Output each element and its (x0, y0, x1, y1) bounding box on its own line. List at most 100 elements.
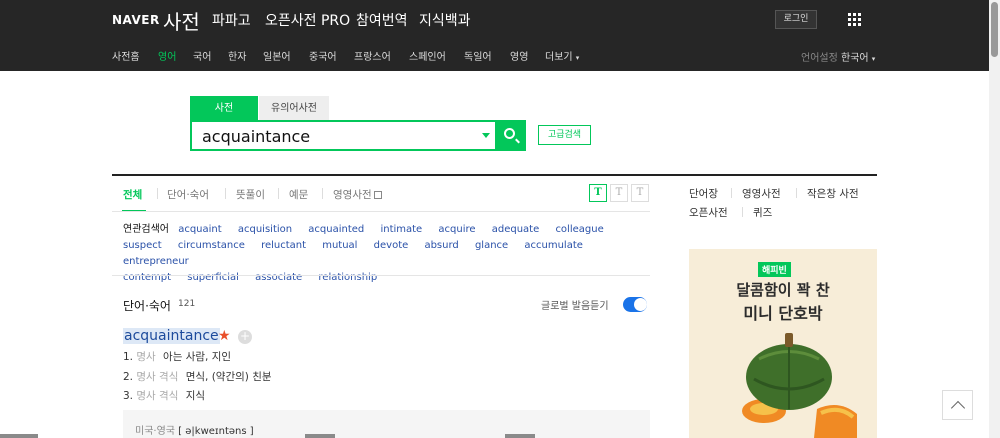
related-term[interactable]: acquisition (238, 224, 292, 235)
text-size-medium-button[interactable]: T (610, 184, 628, 202)
nav-english-english[interactable]: 영영 (510, 48, 528, 63)
advanced-search-button[interactable]: 고급검색 (538, 125, 591, 145)
section-title: 단어·숙어 (123, 299, 171, 313)
scrollbar-thumb[interactable] (991, 2, 998, 57)
related-term[interactable]: acquaint (178, 224, 221, 235)
result-count: 121 (178, 299, 196, 309)
chevron-down-icon: ▾ (871, 55, 876, 63)
nav-german[interactable]: 독일어 (464, 48, 492, 63)
meaning-number: 1. (123, 351, 134, 363)
top-link-papago[interactable]: 파파고 (212, 10, 251, 30)
dictionary-service-title[interactable]: 사전 (163, 6, 200, 35)
pronunciation-text: [ ə|kweɪntəns ] (178, 426, 254, 437)
related-term[interactable]: colleague (555, 224, 603, 235)
language-setting[interactable]: 언어설정 한국어 ▾ (801, 49, 875, 64)
related-term[interactable]: devote (374, 240, 409, 251)
related-term[interactable]: contempt (123, 272, 171, 283)
nav-spanish[interactable]: 스페인어 (409, 48, 446, 63)
related-term[interactable]: mutual (322, 240, 357, 251)
language-setting-value: 한국어 (841, 53, 869, 64)
related-term[interactable]: reluctant (261, 240, 306, 251)
tab-dictionary[interactable]: 사전 (190, 96, 258, 121)
search-box (190, 120, 497, 151)
sidebar-link-open-dictionary[interactable]: 오픈사전 (689, 205, 728, 220)
advertisement-banner[interactable]: 해피빈 달콤함이 꽉 찬 미니 단호박 (689, 249, 877, 438)
meaning-text: 아는 사람, 지인 (163, 351, 232, 363)
add-to-wordbook-icon[interactable]: + (238, 330, 252, 344)
search-input[interactable] (202, 126, 472, 146)
part-of-speech: 명사 (136, 351, 156, 363)
star-icon: ★ (218, 328, 231, 344)
meaning-number: 3. (123, 390, 134, 402)
global-pronunciation-label: 글로벌 발음듣기 (541, 301, 609, 312)
divider (112, 275, 650, 276)
nav-hanja[interactable]: 한자 (228, 48, 246, 63)
part-of-speech: 명사 격식 (136, 371, 179, 383)
related-term[interactable]: acquire (438, 224, 475, 235)
bottom-bar-segment (305, 434, 335, 438)
related-term[interactable]: accumulate (524, 240, 583, 251)
meaning-item: 3. 명사 격식 지식 (123, 388, 205, 403)
tab-examples[interactable]: 예문 (289, 187, 308, 202)
entry-headword[interactable]: acquaintance (123, 328, 220, 344)
login-button[interactable]: 로그인 (775, 10, 817, 29)
tab-all[interactable]: 전체 (123, 187, 142, 202)
sidebar-divider (670, 174, 877, 176)
related-searches: 연관검색어 acquaint acquisition acquainted in… (123, 222, 643, 286)
chevron-down-icon: ▾ (575, 54, 580, 62)
nav-korean[interactable]: 국어 (193, 48, 211, 63)
sidebar-link-quiz[interactable]: 퀴즈 (753, 205, 772, 220)
text-size-large-button[interactable]: T (631, 184, 649, 202)
related-term[interactable]: suspect (123, 240, 162, 251)
related-term[interactable]: acquainted (308, 224, 364, 235)
sidebar-link-english-english[interactable]: 영영사전 (742, 186, 781, 201)
related-term[interactable]: glance (475, 240, 508, 251)
global-pronunciation-toggle[interactable] (623, 297, 647, 312)
toggle-knob (634, 298, 647, 311)
top-link-knowledge-encyclopedia[interactable]: 지식백과 (419, 10, 471, 30)
pumpkin-illustration (742, 333, 857, 438)
related-term[interactable]: circumstance (178, 240, 245, 251)
tab-english-english-label: 영영사전 (333, 189, 372, 201)
nav-french[interactable]: 프랑스어 (354, 48, 391, 63)
top-link-participation-translation[interactable]: 참여번역 (356, 10, 408, 30)
tab-english-english-dictionary[interactable]: 영영사전 (333, 187, 382, 202)
text-size-small-button[interactable]: T (589, 184, 607, 202)
search-icon (504, 128, 515, 139)
related-term[interactable]: superficial (187, 272, 239, 283)
tab-definitions[interactable]: 뜻풀이 (236, 187, 265, 202)
autocomplete-toggle-icon[interactable] (482, 133, 490, 138)
tab-synonym-dictionary[interactable]: 유의어사전 (259, 96, 329, 121)
related-searches-label: 연관검색어 (123, 224, 169, 235)
nav-japanese[interactable]: 일본어 (263, 48, 291, 63)
nav-more[interactable]: 더보기 ▾ (545, 48, 579, 63)
tab-words-idioms[interactable]: 단어·숙어 (167, 187, 209, 202)
sidebar-link-wordbook[interactable]: 단어장 (689, 186, 718, 201)
related-term[interactable]: entrepreneur (123, 256, 189, 267)
top-bar: NAVER 사전 파파고 오픈사전 PRO 참여번역 지식백과 로그인 사전홈 … (0, 0, 989, 71)
related-term[interactable]: associate (255, 272, 302, 283)
top-link-open-dict-pro[interactable]: 오픈사전 PRO (265, 10, 350, 30)
apps-grid-icon[interactable] (848, 13, 861, 26)
external-window-icon (373, 191, 382, 199)
related-term[interactable]: adequate (492, 224, 540, 235)
sidebar-link-mini-dictionary[interactable]: 작은창 사전 (807, 186, 859, 201)
divider (731, 188, 732, 198)
divider (742, 207, 743, 217)
naver-logo[interactable]: NAVER (112, 13, 160, 27)
related-term[interactable]: absurd (424, 240, 458, 251)
nav-dictionary-home[interactable]: 사전홈 (112, 48, 140, 63)
nav-english[interactable]: 영어 (158, 48, 176, 63)
scroll-to-top-button[interactable] (942, 390, 973, 420)
vertical-scrollbar[interactable] (989, 0, 1000, 438)
search-button[interactable] (496, 120, 526, 151)
nav-chinese[interactable]: 중국어 (309, 48, 337, 63)
related-term[interactable]: relationship (318, 272, 377, 283)
related-term[interactable]: intimate (380, 224, 422, 235)
meaning-item: 1. 명사 아는 사람, 지인 (123, 349, 231, 364)
nav-more-label: 더보기 (545, 52, 573, 63)
pronunciation-box: 미국·영국 [ ə|kweɪntəns ] (123, 410, 650, 438)
language-setting-label: 언어설정 (801, 53, 838, 64)
meaning-item: 2. 명사 격식 면식, (약간의) 친분 (123, 369, 272, 384)
bottom-bar-segment (0, 434, 38, 438)
